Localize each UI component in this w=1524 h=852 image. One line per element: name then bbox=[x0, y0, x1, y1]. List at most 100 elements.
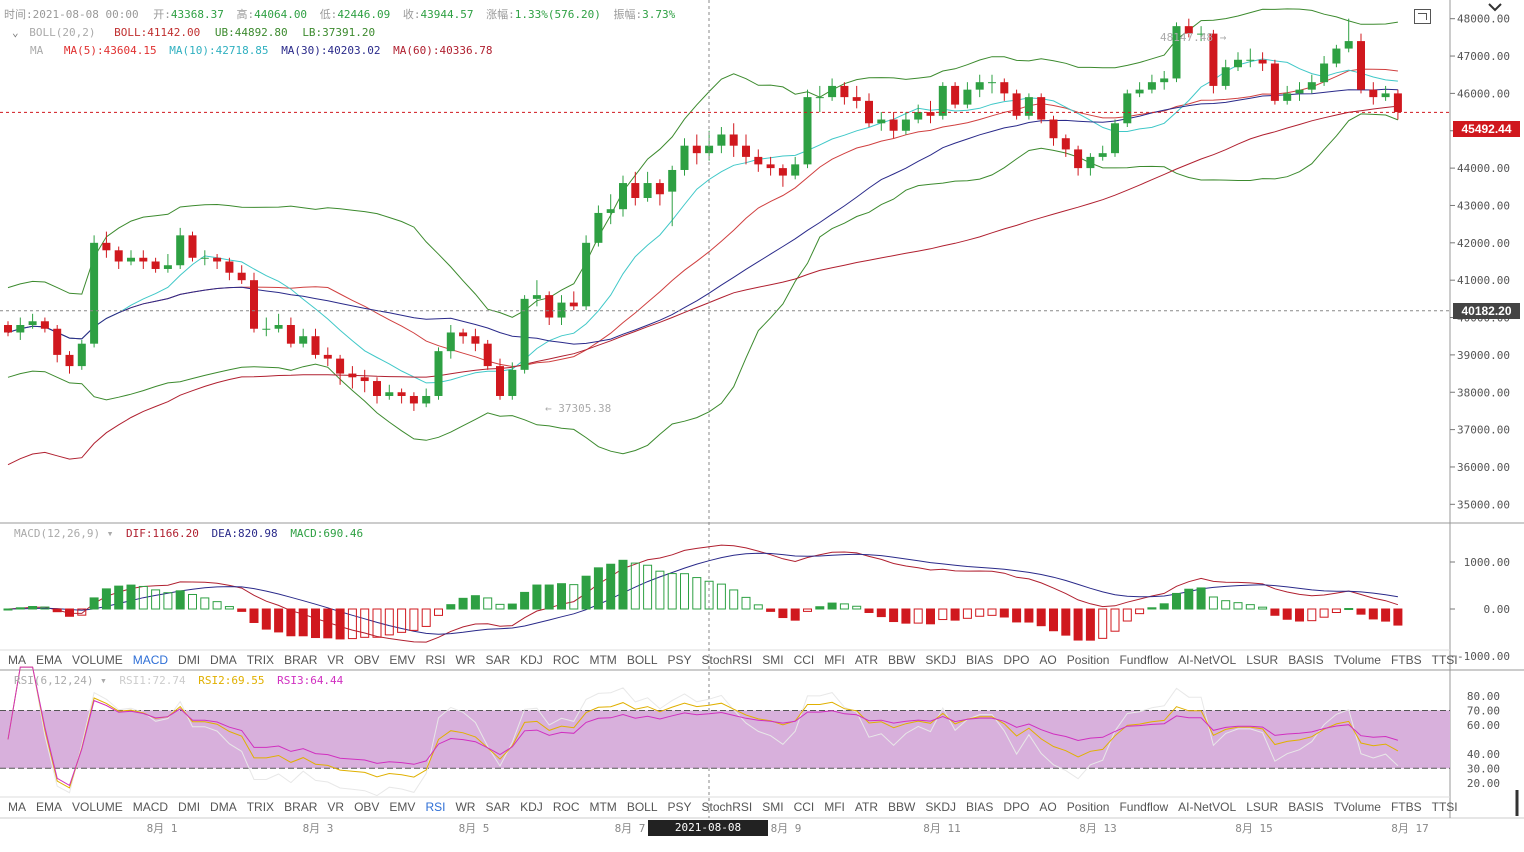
tab-lsur[interactable]: LSUR bbox=[1246, 800, 1278, 814]
macd-axis-label: 0.00 bbox=[1484, 603, 1511, 616]
tab-ema[interactable]: EMA bbox=[36, 653, 62, 667]
tab-bbw[interactable]: BBW bbox=[888, 800, 915, 814]
tab-ao[interactable]: AO bbox=[1039, 800, 1056, 814]
tab-atr[interactable]: ATR bbox=[855, 653, 878, 667]
tab-lsur[interactable]: LSUR bbox=[1246, 653, 1278, 667]
tab-rsi[interactable]: RSI bbox=[425, 800, 445, 814]
tab-tvolume[interactable]: TVolume bbox=[1334, 800, 1381, 814]
x-axis-label: 8月 15 bbox=[1235, 822, 1273, 835]
candle-body bbox=[459, 332, 468, 337]
tab-position[interactable]: Position bbox=[1067, 653, 1110, 667]
tab-kdj[interactable]: KDJ bbox=[520, 653, 543, 667]
tab-ao[interactable]: AO bbox=[1039, 653, 1056, 667]
macd-histogram-bar bbox=[1258, 606, 1268, 610]
ma-name[interactable]: MA bbox=[30, 44, 43, 57]
tab-macd[interactable]: MACD bbox=[133, 800, 168, 814]
tab-fundflow[interactable]: Fundflow bbox=[1119, 653, 1168, 667]
tab-volume[interactable]: VOLUME bbox=[72, 800, 123, 814]
tab-mtm[interactable]: MTM bbox=[589, 800, 616, 814]
chart-canvas[interactable]: 48000.0047000.0046000.0045000.0044000.00… bbox=[0, 0, 1524, 836]
chevron-down-icon[interactable]: ▾ bbox=[100, 674, 107, 687]
tab-cci[interactable]: CCI bbox=[794, 800, 815, 814]
candle-body bbox=[1270, 63, 1279, 101]
tab-position[interactable]: Position bbox=[1067, 800, 1110, 814]
tab-macd[interactable]: MACD bbox=[133, 653, 168, 667]
tab-roc[interactable]: ROC bbox=[553, 800, 580, 814]
tab-ftbs[interactable]: FTBS bbox=[1391, 653, 1422, 667]
tab-roc[interactable]: ROC bbox=[553, 653, 580, 667]
tab-volume[interactable]: VOLUME bbox=[72, 653, 123, 667]
tab-stochrsi[interactable]: StochRSI bbox=[702, 653, 753, 667]
tab-mtm[interactable]: MTM bbox=[589, 653, 616, 667]
candle-body bbox=[1049, 119, 1058, 139]
tab-dma[interactable]: DMA bbox=[210, 800, 237, 814]
tab-dmi[interactable]: DMI bbox=[178, 800, 200, 814]
tab-fundflow[interactable]: Fundflow bbox=[1119, 800, 1168, 814]
tab-obv[interactable]: OBV bbox=[354, 800, 379, 814]
tab-ma[interactable]: MA bbox=[8, 800, 26, 814]
chevron-down-icon[interactable]: ⌄ bbox=[12, 26, 19, 39]
macd-histogram-bar bbox=[1307, 608, 1317, 622]
tab-emv[interactable]: EMV bbox=[389, 653, 415, 667]
tab-dpo[interactable]: DPO bbox=[1003, 653, 1029, 667]
tab-psy[interactable]: PSY bbox=[668, 653, 692, 667]
price-axis-label: 44000.00 bbox=[1457, 162, 1510, 175]
tab-bias[interactable]: BIAS bbox=[966, 653, 993, 667]
tab-smi[interactable]: SMI bbox=[762, 800, 783, 814]
macd-histogram-bar bbox=[151, 589, 161, 610]
chevron-down-icon[interactable]: ▾ bbox=[107, 527, 114, 540]
tab-brar[interactable]: BRAR bbox=[284, 800, 317, 814]
tab-ma[interactable]: MA bbox=[8, 653, 26, 667]
tab-bbw[interactable]: BBW bbox=[888, 653, 915, 667]
tab-ftbs[interactable]: FTBS bbox=[1391, 800, 1422, 814]
macd-name[interactable]: MACD(12,26,9) bbox=[14, 527, 100, 540]
tab-skdj[interactable]: SKDJ bbox=[925, 653, 956, 667]
tab-tvolume[interactable]: TVolume bbox=[1334, 653, 1381, 667]
tab-emv[interactable]: EMV bbox=[389, 800, 415, 814]
chevron-down-icon[interactable] bbox=[1480, 0, 1510, 14]
tab-ema[interactable]: EMA bbox=[36, 800, 62, 814]
tab-ai-netvol[interactable]: AI-NetVOL bbox=[1178, 653, 1236, 667]
cursor-price-tag: 40182.20 bbox=[1453, 303, 1520, 319]
tab-sar[interactable]: SAR bbox=[485, 800, 510, 814]
tab-wr[interactable]: WR bbox=[455, 800, 475, 814]
tab-boll[interactable]: BOLL bbox=[627, 800, 658, 814]
tab-trix[interactable]: TRIX bbox=[247, 653, 274, 667]
tab-kdj[interactable]: KDJ bbox=[520, 800, 543, 814]
candle-body bbox=[336, 358, 345, 374]
tab-wr[interactable]: WR bbox=[455, 653, 475, 667]
tab-psy[interactable]: PSY bbox=[668, 800, 692, 814]
tab-basis[interactable]: BASIS bbox=[1288, 800, 1323, 814]
tab-dpo[interactable]: DPO bbox=[1003, 800, 1029, 814]
tab-mfi[interactable]: MFI bbox=[824, 800, 845, 814]
candle-body bbox=[311, 336, 320, 355]
tab-skdj[interactable]: SKDJ bbox=[925, 800, 956, 814]
tab-basis[interactable]: BASIS bbox=[1288, 653, 1323, 667]
fullscreen-icon[interactable] bbox=[1414, 9, 1431, 24]
tab-boll[interactable]: BOLL bbox=[627, 653, 658, 667]
side-toggle-icon[interactable] bbox=[1512, 788, 1522, 818]
tab-vr[interactable]: VR bbox=[327, 653, 344, 667]
tab-trix[interactable]: TRIX bbox=[247, 800, 274, 814]
tab-cci[interactable]: CCI bbox=[794, 653, 815, 667]
tab-dmi[interactable]: DMI bbox=[178, 653, 200, 667]
tab-sar[interactable]: SAR bbox=[485, 653, 510, 667]
tab-mfi[interactable]: MFI bbox=[824, 653, 845, 667]
rsi-name[interactable]: RSI(6,12,24) bbox=[14, 674, 93, 687]
tab-rsi[interactable]: RSI bbox=[425, 653, 445, 667]
tab-ai-netvol[interactable]: AI-NetVOL bbox=[1178, 800, 1236, 814]
boll-name[interactable]: BOLL(20,2) bbox=[29, 26, 95, 39]
candle-body bbox=[717, 134, 726, 146]
ma10-value: MA(10):42718.85 bbox=[169, 44, 269, 57]
tab-ttsi[interactable]: TTSI bbox=[1432, 800, 1458, 814]
tab-stochrsi[interactable]: StochRSI bbox=[702, 800, 753, 814]
candle-body bbox=[951, 85, 960, 105]
tab-smi[interactable]: SMI bbox=[762, 653, 783, 667]
tab-ttsi[interactable]: TTSI bbox=[1432, 653, 1458, 667]
tab-bias[interactable]: BIAS bbox=[966, 800, 993, 814]
tab-brar[interactable]: BRAR bbox=[284, 653, 317, 667]
tab-vr[interactable]: VR bbox=[327, 800, 344, 814]
tab-dma[interactable]: DMA bbox=[210, 653, 237, 667]
tab-atr[interactable]: ATR bbox=[855, 800, 878, 814]
tab-obv[interactable]: OBV bbox=[354, 653, 379, 667]
